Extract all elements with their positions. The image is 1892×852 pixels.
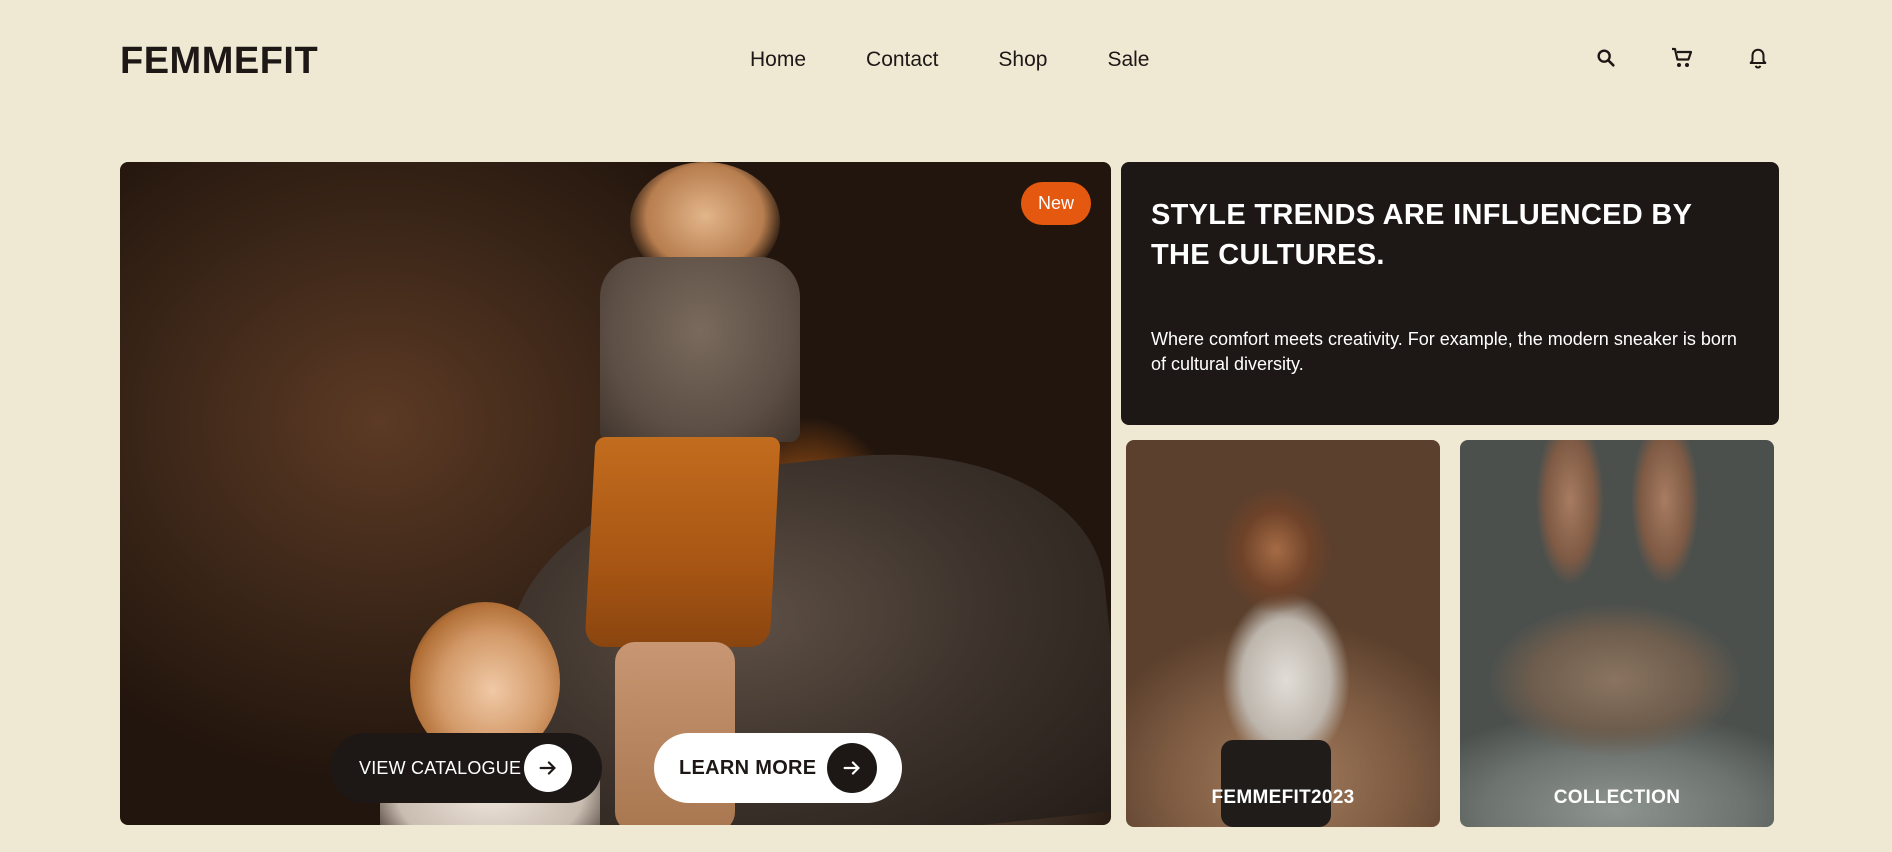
info-title: STYLE TRENDS ARE INFLUENCED BY THE CULTU… xyxy=(1151,199,1692,271)
arrow-right-icon xyxy=(524,744,572,792)
view-catalogue-label: VIEW CATALOGUE xyxy=(359,757,522,778)
card-image-jacket xyxy=(1221,740,1331,827)
card-label: COLLECTION xyxy=(1553,787,1681,808)
cart-icon[interactable] xyxy=(1670,46,1694,70)
search-icon[interactable] xyxy=(1594,46,1618,70)
bell-icon[interactable] xyxy=(1746,46,1770,70)
info-card: STYLE TRENDS ARE INFLUENCED BY THE CULTU… xyxy=(1121,162,1779,425)
nav-sale-link[interactable]: Sale xyxy=(1107,48,1149,72)
hero-image-model-skirt xyxy=(584,437,781,647)
learn-more-label: LEARN MORE xyxy=(679,756,817,779)
info-text: Where comfort meets creativity. For exam… xyxy=(1151,329,1737,374)
nav-contact-link[interactable]: Contact xyxy=(866,48,938,72)
hero-banner: New VIEW CATALOGUE LEARN MORE xyxy=(120,162,1111,825)
new-badge: New xyxy=(1020,182,1091,225)
brand-logo[interactable]: FEMMEFIT xyxy=(120,40,318,83)
nav-shop-link[interactable]: Shop xyxy=(998,48,1047,72)
main-nav: Home Contact Shop Sale xyxy=(750,48,1149,72)
view-catalogue-button[interactable]: VIEW CATALOGUE xyxy=(330,733,602,803)
nav-home-link[interactable]: Home xyxy=(750,48,806,72)
card-label: FEMMEFIT2023 xyxy=(1211,787,1355,808)
femmefit2023-card[interactable]: FEMMEFIT2023 xyxy=(1126,440,1440,827)
arrow-right-icon xyxy=(827,743,877,793)
collection-card[interactable]: COLLECTION xyxy=(1460,440,1774,827)
hero-image-model-shirt xyxy=(600,257,800,442)
header-icons xyxy=(1594,46,1770,70)
learn-more-button[interactable]: LEARN MORE xyxy=(654,733,902,803)
